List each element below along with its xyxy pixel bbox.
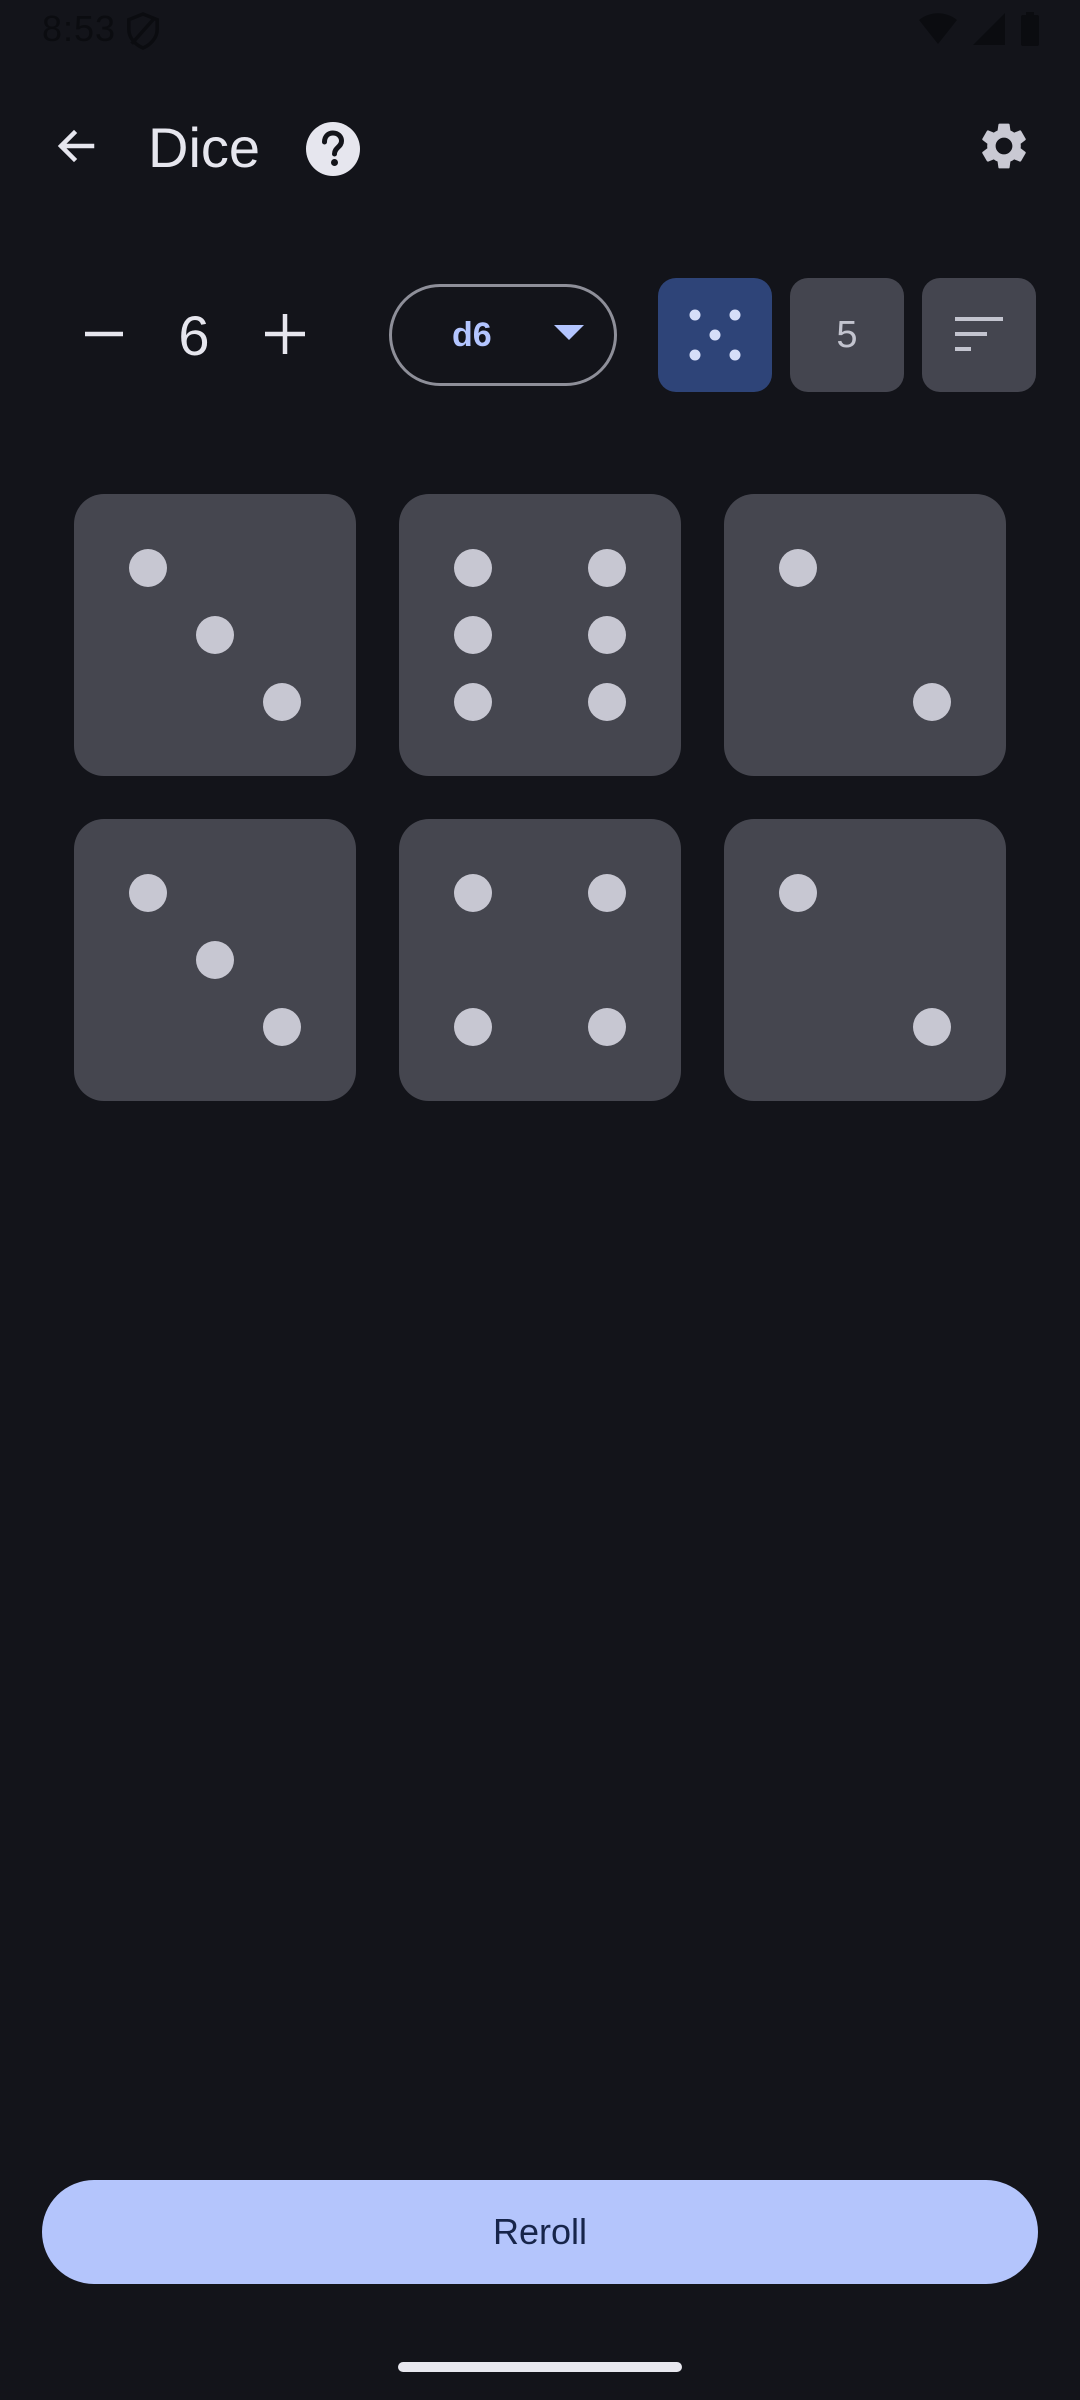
- die-pip: [129, 549, 167, 587]
- reroll-button[interactable]: Reroll: [42, 2180, 1038, 2284]
- die-pip: [913, 683, 951, 721]
- die-pip: [263, 1008, 301, 1046]
- help-icon: [300, 122, 366, 186]
- shield-icon: [126, 12, 160, 55]
- die-pip: [196, 616, 234, 654]
- sort-button[interactable]: [922, 278, 1036, 392]
- battery-icon: [1020, 12, 1040, 51]
- die-face[interactable]: [399, 819, 681, 1101]
- die-pip: [588, 616, 626, 654]
- die-pip: [263, 683, 301, 721]
- help-button[interactable]: [300, 116, 366, 182]
- plus-icon: [264, 313, 306, 360]
- die-face[interactable]: [74, 494, 356, 776]
- back-button[interactable]: [40, 112, 112, 184]
- number-mode-toggle[interactable]: 5: [790, 278, 904, 392]
- status-bar: 8:53: [0, 0, 1080, 64]
- die-pip: [779, 549, 817, 587]
- die-pip: [588, 549, 626, 587]
- die-pip: [196, 941, 234, 979]
- die-pip: [454, 1008, 492, 1046]
- back-arrow-icon: [52, 122, 100, 175]
- home-indicator[interactable]: [398, 2362, 682, 2372]
- settings-button[interactable]: [968, 112, 1040, 184]
- die-type-dropdown[interactable]: d6: [389, 284, 617, 386]
- wifi-icon: [918, 12, 958, 51]
- die-pip: [913, 1008, 951, 1046]
- die-face[interactable]: [399, 494, 681, 776]
- die-pip: [454, 683, 492, 721]
- die-face[interactable]: [724, 819, 1006, 1101]
- decrease-count-button[interactable]: [64, 296, 144, 376]
- die-pip: [129, 874, 167, 912]
- status-time: 8:53: [42, 8, 117, 49]
- die-pip: [454, 874, 492, 912]
- die-pip: [588, 1008, 626, 1046]
- sort-icon: [955, 317, 1003, 356]
- die-pip: [588, 874, 626, 912]
- dice-count-value: 6: [178, 304, 210, 367]
- die-pip: [454, 549, 492, 587]
- gear-icon: [976, 118, 1032, 179]
- number-mode-label: 5: [836, 314, 858, 356]
- reroll-label: Reroll: [492, 2211, 588, 2252]
- dice-pips-icon: [687, 307, 743, 368]
- page-title: Dice: [148, 116, 261, 179]
- pips-mode-toggle[interactable]: [658, 278, 772, 392]
- signal-icon: [972, 12, 1006, 51]
- minus-icon: [84, 314, 124, 359]
- chevron-down-icon: [554, 325, 584, 346]
- die-pip: [779, 874, 817, 912]
- die-pip: [454, 616, 492, 654]
- die-pip: [588, 683, 626, 721]
- die-type-label: d6: [452, 316, 492, 354]
- die-face[interactable]: [724, 494, 1006, 776]
- die-face[interactable]: [74, 819, 356, 1101]
- increase-count-button[interactable]: [245, 296, 325, 376]
